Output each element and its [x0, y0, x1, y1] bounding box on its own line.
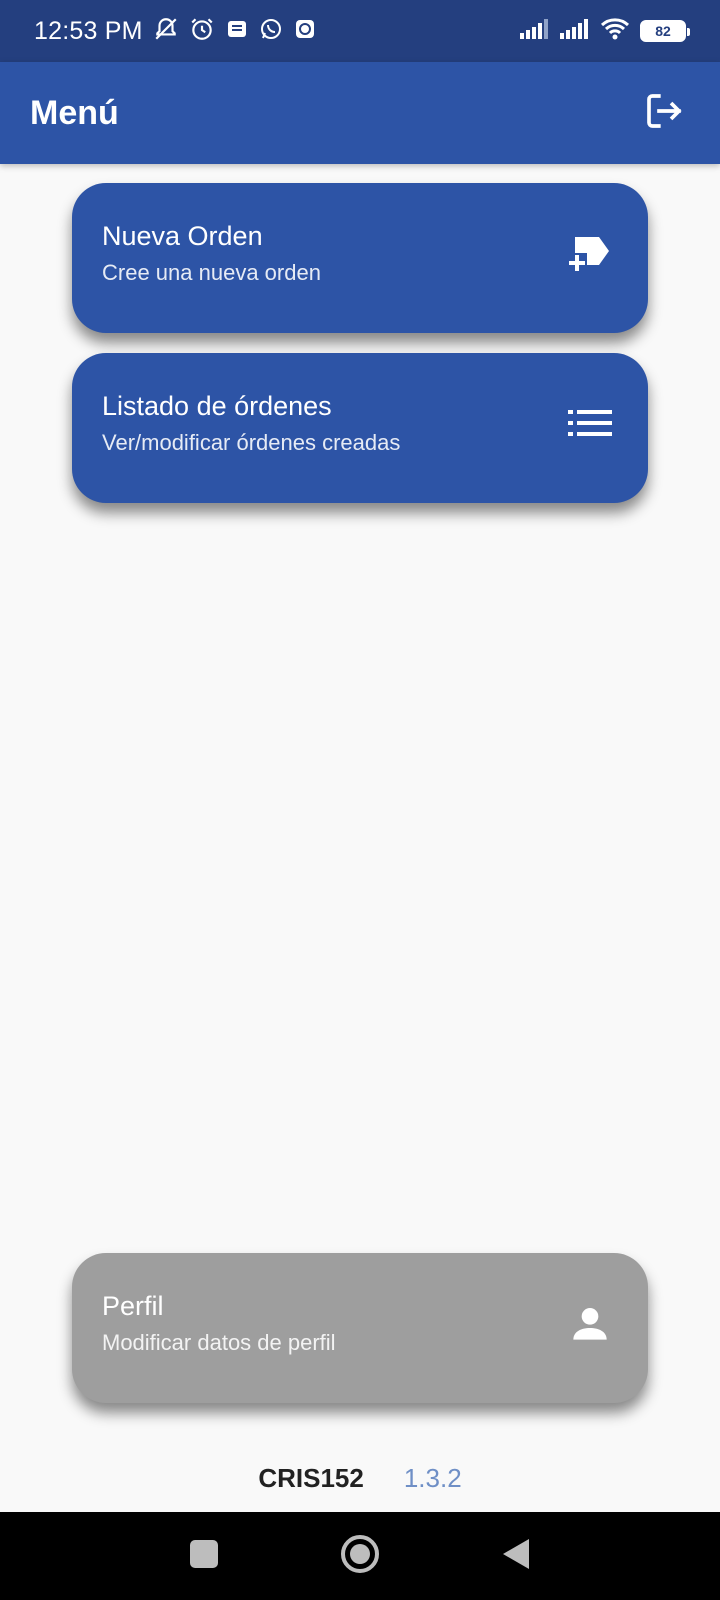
- screen: 12:53 PM 82 Menú Nueva Orden Cree una nu…: [0, 0, 720, 1600]
- card-text: Listado de órdenes Ver/modificar órdenes…: [102, 391, 566, 456]
- new-order-icon: [566, 229, 614, 277]
- home-button[interactable]: [338, 1534, 382, 1578]
- logout-icon: [644, 91, 684, 136]
- card-text: Perfil Modificar datos de perfil: [102, 1291, 566, 1356]
- back-triangle-icon: [501, 1537, 531, 1576]
- card-title: Perfil: [102, 1290, 164, 1321]
- system-icons: 82: [520, 17, 690, 46]
- card-subtitle: Ver/modificar órdenes creadas: [102, 429, 401, 455]
- alarm-icon: [189, 16, 215, 47]
- new-order-card[interactable]: Nueva Orden Cree una nueva orden: [72, 183, 648, 333]
- app-bar: Menú: [0, 62, 720, 164]
- signal-icon: [520, 18, 550, 44]
- back-button[interactable]: [494, 1534, 538, 1578]
- logout-button[interactable]: [638, 87, 690, 139]
- person-icon: [566, 1299, 614, 1347]
- battery-icon: 82: [640, 20, 690, 42]
- chat-icon: [293, 17, 317, 46]
- wifi-icon: [600, 17, 630, 46]
- card-text: Nueva Orden Cree una nueva orden: [102, 221, 566, 286]
- whatsapp-icon: [259, 17, 283, 46]
- recents-button[interactable]: [182, 1534, 226, 1578]
- profile-card[interactable]: Perfil Modificar datos de perfil: [72, 1253, 648, 1403]
- message-icon: [225, 17, 249, 46]
- card-title: Listado de órdenes: [102, 390, 332, 421]
- status-bar: 12:53 PM 82: [0, 0, 720, 62]
- status-time: 12:53 PM: [34, 16, 143, 45]
- list-icon: [566, 399, 614, 447]
- navigation-bar: [0, 1512, 720, 1600]
- circle-icon: [340, 1534, 380, 1579]
- version-label: 1.3.2: [403, 1462, 462, 1493]
- page-title: Menú: [30, 93, 119, 132]
- card-title: Nueva Orden: [102, 220, 263, 251]
- battery-level: 82: [655, 23, 671, 39]
- order-list-card[interactable]: Listado de órdenes Ver/modificar órdenes…: [72, 353, 648, 503]
- square-icon: [189, 1539, 219, 1574]
- mute-icon: [153, 16, 179, 47]
- card-subtitle: Cree una nueva orden: [102, 259, 321, 285]
- username-label: CRIS152: [258, 1462, 364, 1493]
- footer: CRIS152 1.3.2: [0, 1455, 720, 1501]
- signal-icon: [560, 18, 590, 44]
- card-subtitle: Modificar datos de perfil: [102, 1329, 336, 1355]
- notification-icons: [153, 16, 317, 47]
